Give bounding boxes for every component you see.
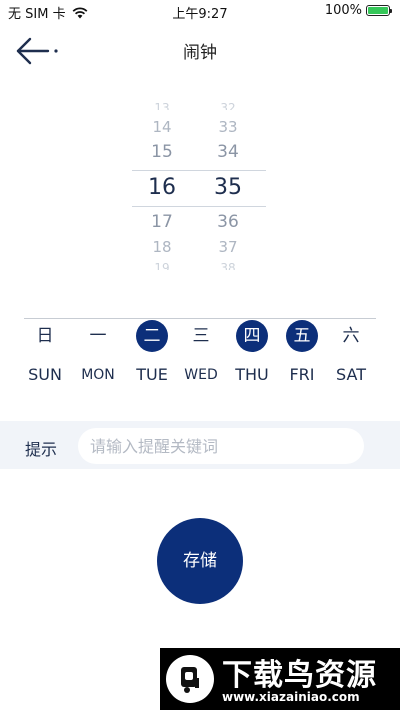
- hour-option[interactable]: 17: [132, 214, 192, 231]
- weekday-cn-label: 三: [192, 326, 210, 346]
- hour-selected[interactable]: 16: [132, 177, 192, 199]
- time-picker[interactable]: 13 14 15 16 17 18 19 32 33 34 35 36 37 38: [132, 102, 266, 272]
- hour-option[interactable]: 19: [132, 262, 192, 270]
- weekday-en-label: SAT: [336, 365, 366, 384]
- weekday-cn-label: 四: [236, 320, 268, 352]
- watermark-title: 下载鸟资源: [222, 658, 377, 693]
- watermark-url: www.xiazainiao.com: [222, 690, 360, 704]
- reminder-row: 提示: [0, 421, 400, 469]
- reminder-label: 提示: [25, 440, 58, 459]
- minute-option[interactable]: 33: [198, 120, 258, 135]
- weekday-sun[interactable]: 日 SUN: [20, 320, 70, 390]
- weekday-sat[interactable]: 六 SAT: [326, 320, 376, 390]
- minute-option[interactable]: 34: [198, 144, 258, 161]
- weekday-selector: 日 SUN 一 MON 二 TUE 三 WED 四 THU 五 FRI 六 SAT: [24, 320, 376, 390]
- weekday-wed[interactable]: 三 WED: [176, 320, 226, 390]
- weekday-cn-label: 日: [36, 326, 54, 346]
- weekday-cn-label: 六: [342, 326, 360, 346]
- status-right: 100%: [324, 3, 392, 18]
- minute-option[interactable]: 36: [198, 214, 258, 231]
- minute-selected[interactable]: 35: [198, 177, 258, 199]
- watermark: 下载鸟资源 www.xiazainiao.com: [160, 648, 400, 710]
- hour-option[interactable]: 15: [132, 144, 192, 161]
- watermark-logo: [166, 655, 214, 703]
- picker-selection-line-bottom: [132, 206, 266, 207]
- reminder-keyword-input[interactable]: [78, 428, 364, 464]
- hour-option[interactable]: 14: [132, 120, 192, 135]
- battery-percent: 100%: [324, 3, 362, 18]
- minute-option[interactable]: 32: [198, 102, 258, 110]
- weekday-cn-label: 五: [286, 320, 318, 352]
- weekday-en-label: MON: [81, 367, 115, 383]
- minute-option[interactable]: 38: [198, 262, 258, 270]
- hour-option[interactable]: 18: [132, 240, 192, 255]
- status-bar: 无 SIM 卡 上午9:27 100%: [0, 0, 400, 22]
- battery-fill: [368, 7, 388, 14]
- minute-option[interactable]: 37: [198, 240, 258, 255]
- battery-icon: [366, 5, 392, 16]
- picker-selection-line-top: [132, 170, 266, 171]
- weekday-divider: [24, 318, 376, 319]
- weekday-cn-label: 一: [89, 326, 107, 346]
- weekday-thu[interactable]: 四 THU: [227, 320, 277, 390]
- nav-bar: 闹钟: [0, 24, 400, 76]
- page-title: 闹钟: [183, 43, 217, 63]
- weekday-mon[interactable]: 一 MON: [73, 320, 123, 390]
- save-button[interactable]: 存储: [157, 518, 243, 604]
- weekday-cn-label: 二: [136, 320, 168, 352]
- bird-logo-icon: [181, 667, 199, 693]
- hour-option[interactable]: 13: [132, 102, 192, 110]
